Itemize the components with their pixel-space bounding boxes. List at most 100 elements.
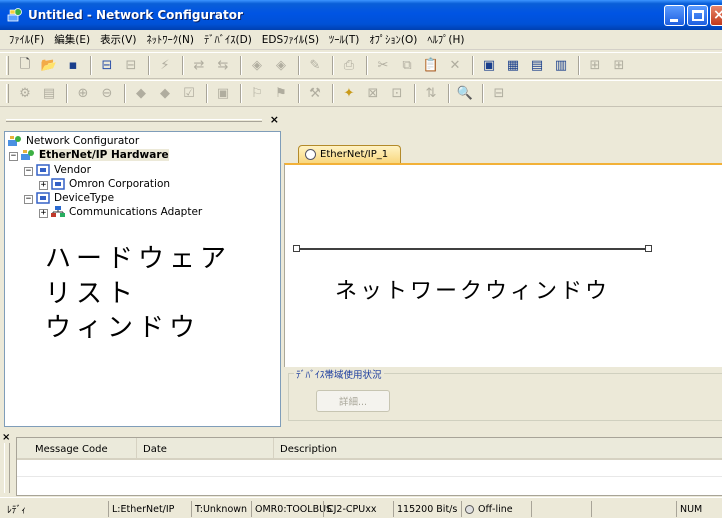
parameter-icon[interactable]: ⚙: [15, 84, 35, 104]
network-canvas[interactable]: ネットワークウィンドウ: [284, 163, 722, 367]
menu-bar: ﾌｧｲﾙ(F) 編集(E) 表示(V) ﾈｯﾄﾜｰｸ(N) ﾃﾞﾊﾞｲｽ(D) …: [0, 30, 722, 50]
monitor-icon[interactable]: ◈: [247, 56, 267, 76]
hardware-list-annotation-line2: リスト: [45, 279, 139, 309]
register-device-icon[interactable]: ⊕: [73, 84, 93, 104]
collapse-icon[interactable]: −: [24, 167, 33, 176]
collapse-icon[interactable]: −: [24, 195, 33, 204]
paste-icon[interactable]: 📋: [421, 56, 441, 76]
maximize-icon: [692, 10, 704, 21]
menu-network[interactable]: ﾈｯﾄﾜｰｸ(N): [141, 32, 199, 47]
menu-tools[interactable]: ﾂｰﾙ(T): [324, 32, 364, 47]
print-icon[interactable]: ⎙: [339, 56, 359, 76]
folder-icon: [36, 192, 50, 204]
tree-item-devicetype[interactable]: DeviceType: [36, 192, 114, 204]
disconnect-icon[interactable]: ⇆: [213, 56, 233, 76]
tree-item-root[interactable]: Network Configurator: [8, 135, 139, 147]
menu-file[interactable]: ﾌｧｲﾙ(F): [4, 32, 49, 47]
remove-eds-icon[interactable]: ⊠: [363, 84, 383, 104]
copy-icon[interactable]: ⧉: [397, 56, 417, 76]
monitor-device-icon[interactable]: ▣: [213, 84, 233, 104]
eds-file-icon[interactable]: ⊡: [387, 84, 407, 104]
hardware-tree[interactable]: Network Configurator − EtherNet/IP Hardw…: [4, 131, 281, 427]
details-button[interactable]: 詳細...: [316, 390, 390, 412]
install-eds-icon[interactable]: ✦: [339, 84, 359, 104]
list-icon[interactable]: ▤: [527, 56, 547, 76]
app-icon: [7, 7, 23, 23]
large-icons-icon[interactable]: ▣: [479, 56, 499, 76]
expand-icon[interactable]: +: [39, 181, 48, 190]
menu-device[interactable]: ﾃﾞﾊﾞｲｽ(D): [199, 32, 257, 47]
device-toolbar: ⚙ ▤ ⊕ ⊖ ◆ ◆ ☑ ▣ ⚐ ⚑ ⚒ ✦ ⊠ ⊡ ⇅ 🔍 ⊟: [0, 80, 722, 107]
title-bar[interactable]: Untitled - Network Configurator ×: [0, 0, 722, 30]
move-up-icon[interactable]: ◆: [131, 84, 151, 104]
report-icon[interactable]: ⚒: [305, 84, 325, 104]
toolbar-grip[interactable]: [6, 84, 9, 103]
tab-network[interactable]: EtherNet/IP_1: [298, 145, 401, 163]
tree-label: Vendor: [54, 164, 91, 176]
small-icons-icon[interactable]: ▦: [503, 56, 523, 76]
details-icon[interactable]: ▥: [551, 56, 571, 76]
collapse-icon[interactable]: −: [9, 152, 18, 161]
column-message-code[interactable]: Message Code: [17, 438, 137, 460]
hardware-list-annotation-line1: ハードウェア: [45, 244, 232, 274]
tree-item-hardware[interactable]: EtherNet/IP Hardware: [21, 149, 169, 161]
menu-help[interactable]: ﾍﾙﾌﾟ(H): [422, 32, 469, 47]
tree-item-vendor[interactable]: Vendor: [36, 164, 91, 176]
network-configurator-icon: [21, 149, 35, 161]
property-icon[interactable]: ▤: [39, 84, 59, 104]
message-table[interactable]: Message Code Date Description: [16, 437, 722, 496]
unregister-device-icon[interactable]: ⊖: [97, 84, 117, 104]
bus-endpoint-right[interactable]: [645, 245, 652, 252]
compare-icon[interactable]: ⚑: [271, 84, 291, 104]
window-title: Untitled - Network Configurator: [28, 8, 243, 22]
menu-view[interactable]: 表示(V): [95, 32, 141, 47]
download-icon[interactable]: ⊟: [121, 56, 141, 76]
move-down-icon[interactable]: ◆: [155, 84, 175, 104]
maximize-button[interactable]: [687, 5, 708, 26]
open-folder-icon[interactable]: 📂: [39, 56, 59, 76]
minimize-button[interactable]: [664, 5, 685, 26]
adapter-icon: [51, 206, 65, 218]
tree-item-omron[interactable]: Omron Corporation: [51, 178, 170, 190]
toolbar-grip[interactable]: [6, 56, 9, 75]
connect-icon[interactable]: ⇄: [189, 56, 209, 76]
expand-icon[interactable]: +: [39, 209, 48, 218]
status-ready: ﾚﾃﾞｨ: [7, 505, 27, 516]
column-date[interactable]: Date: [137, 438, 274, 460]
cut-icon[interactable]: ✂: [373, 56, 393, 76]
pane-header[interactable]: ×: [4, 113, 281, 129]
tree-label: Network Configurator: [26, 135, 140, 147]
new-file-icon[interactable]: 🗋: [15, 56, 35, 76]
search-device-icon[interactable]: ⚐: [247, 84, 267, 104]
wrench-icon[interactable]: ✎: [305, 56, 325, 76]
save-icon[interactable]: ▪: [63, 56, 83, 76]
monitor-stop-icon[interactable]: ◈: [271, 56, 291, 76]
device-view-icon[interactable]: ⊞: [609, 56, 629, 76]
verify-icon[interactable]: ☑: [179, 84, 199, 104]
network-bus-line[interactable]: [295, 248, 647, 250]
message-pane-close-icon[interactable]: ×: [2, 432, 10, 443]
delete-icon[interactable]: ✕: [445, 56, 465, 76]
online-icon[interactable]: ⚡: [155, 56, 175, 76]
status-cpu: CJ2-CPUxx: [323, 501, 393, 517]
tree-item-comm-adapter[interactable]: Communications Adapter: [51, 206, 202, 218]
sort-icon[interactable]: ⇅: [421, 84, 441, 104]
column-description[interactable]: Description: [274, 438, 722, 460]
status-empty-2: [591, 501, 676, 517]
status-empty: [531, 501, 591, 517]
menu-edit[interactable]: 編集(E): [49, 32, 95, 47]
network-view-icon[interactable]: ⊞: [585, 56, 605, 76]
find-icon[interactable]: 🔍: [455, 84, 475, 104]
upload-icon[interactable]: ⊟: [97, 56, 117, 76]
status-bar: ﾚﾃﾞｨ L:EtherNet/IP T:Unknown OMR0:TOOLBU…: [0, 497, 722, 518]
close-button[interactable]: ×: [710, 5, 722, 26]
about-icon[interactable]: ⊟: [489, 84, 509, 104]
menu-options[interactable]: ｵﾌﾟｼｮﾝ(O): [364, 32, 422, 47]
pane-close-icon[interactable]: ×: [270, 113, 279, 126]
bus-endpoint-left[interactable]: [293, 245, 300, 252]
menu-eds-file[interactable]: EDSﾌｧｲﾙ(S): [257, 32, 324, 47]
network-status-icon: [305, 149, 316, 160]
message-pane-grip[interactable]: [4, 443, 10, 493]
offline-status-icon: [465, 504, 474, 514]
status-baud-rate: 115200 Bit/s: [393, 501, 461, 517]
